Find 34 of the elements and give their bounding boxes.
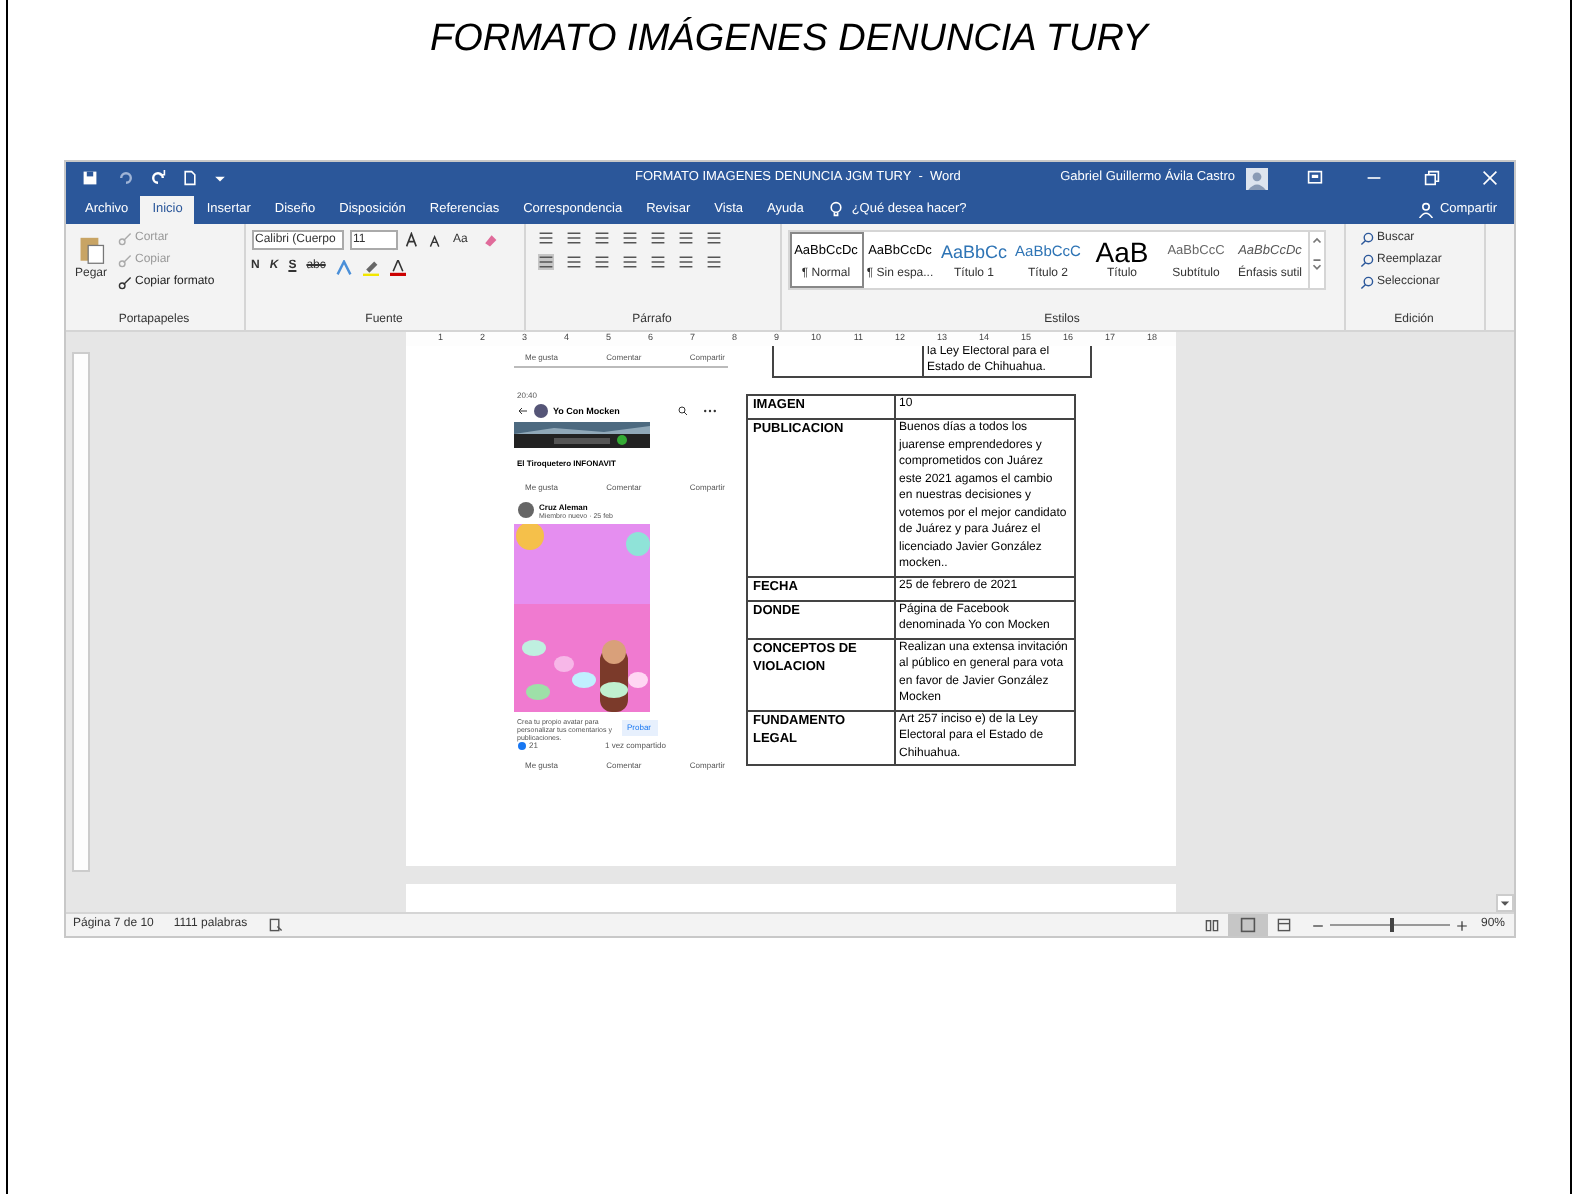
undo-icon[interactable] xyxy=(117,170,133,186)
scroll-down-icon[interactable] xyxy=(1495,894,1513,912)
search-icon xyxy=(1359,232,1373,246)
close-icon[interactable] xyxy=(1481,170,1497,186)
new-document-icon[interactable] xyxy=(181,170,197,186)
customize-icon[interactable] xyxy=(213,172,225,184)
more-icon[interactable] xyxy=(703,408,715,414)
highlighter-icon[interactable] xyxy=(361,259,380,275)
author-avatar-icon xyxy=(517,502,533,518)
zoom-out-icon[interactable] xyxy=(1312,919,1325,931)
ribbon-display-icon[interactable] xyxy=(1305,170,1323,186)
user-avatar-icon[interactable] xyxy=(1245,167,1267,189)
restore-icon[interactable] xyxy=(1423,170,1439,186)
web-layout-icon[interactable] xyxy=(1276,918,1293,932)
back-arrow-icon[interactable] xyxy=(517,406,527,416)
document-title: FORMATO IMÁGENES DENUNCIA TURY xyxy=(430,16,1148,64)
print-layout-icon[interactable] xyxy=(1228,914,1269,936)
proofing-icon[interactable] xyxy=(267,918,284,932)
save-icon[interactable] xyxy=(81,170,97,186)
group-avatar-icon xyxy=(533,404,547,418)
read-mode-icon[interactable] xyxy=(1204,918,1221,932)
shrink-font-icon[interactable] xyxy=(427,233,443,247)
redo-icon[interactable] xyxy=(149,170,165,186)
search-icon[interactable] xyxy=(677,406,687,416)
person-icon[interactable] xyxy=(1417,202,1434,218)
zoom-in-icon[interactable] xyxy=(1456,919,1469,931)
styles-scroll-icon[interactable] xyxy=(1307,232,1323,288)
grow-font-icon[interactable] xyxy=(403,232,421,248)
like-reaction-icon xyxy=(517,742,525,750)
eraser-icon[interactable] xyxy=(481,232,498,248)
lightbulb-icon[interactable] xyxy=(827,200,844,218)
zoom-slider-thumb[interactable] xyxy=(1390,918,1395,932)
font-color-icon[interactable] xyxy=(389,259,406,275)
align-left-icon[interactable] xyxy=(537,254,553,270)
